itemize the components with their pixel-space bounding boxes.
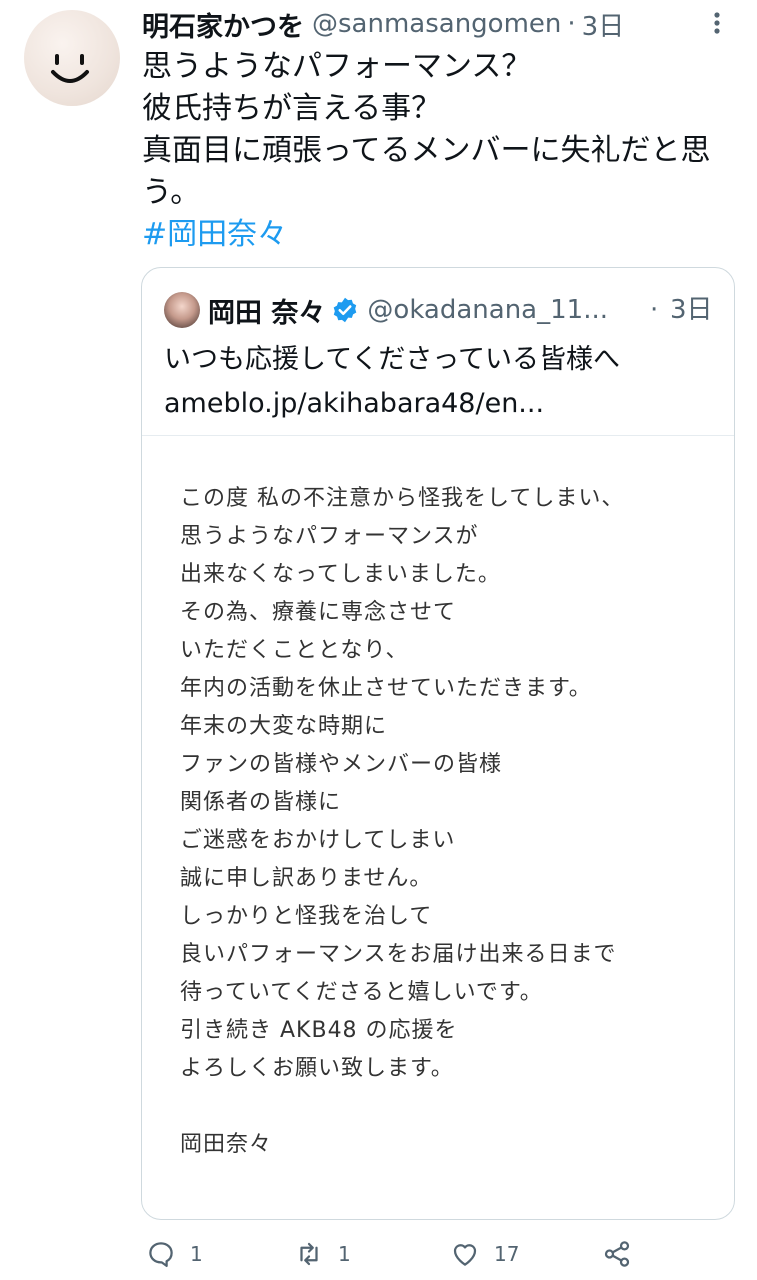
- notice-line: 引き続き AKB48 の応援を: [180, 1018, 458, 1043]
- share-icon: [604, 1241, 630, 1267]
- notice-line: しっかりと怪我を治して: [180, 904, 433, 929]
- notice-line: [180, 1088, 624, 1126]
- retweet-count: 1: [338, 1242, 351, 1266]
- quoted-tweet-text: いつも応援してくださっている皆様へ ameblo.jp/akihabara48/…: [164, 338, 620, 426]
- quoted-link[interactable]: ameblo.jp/akihabara48/en...: [164, 382, 620, 426]
- tweet-time[interactable]: 3日: [582, 6, 625, 43]
- tweet-line: 彼氏持ちが言える事？: [142, 91, 442, 126]
- notice-line: 年内の活動を休止させていただきます。: [180, 676, 592, 701]
- tweet-line: 思うようなパフォーマンス？: [142, 49, 532, 84]
- tweet-line: う。: [142, 175, 201, 210]
- notice-line: よろしくお願い致します。: [180, 1056, 454, 1081]
- header-separator: ·: [567, 9, 576, 39]
- notice-line: 良いパフォーマンスをお届け出来る日まで: [180, 942, 617, 967]
- author-handle[interactable]: @sanmasangomen: [312, 9, 561, 39]
- tweet-line: 真面目に頑張ってるメンバーに失礼だと思: [142, 133, 711, 168]
- quoted-author-name[interactable]: 岡田 奈々: [208, 291, 325, 330]
- quoted-divider: [142, 435, 734, 436]
- notice-line: ご迷惑をおかけしてしまい: [180, 828, 456, 853]
- more-icon[interactable]: [702, 8, 732, 38]
- quoted-image-notice[interactable]: この度 私の不注意から怪我をしてしまい、 思うようなパフォーマンスが 出来なくな…: [180, 480, 624, 1164]
- reply-icon: [149, 1242, 173, 1267]
- author-name[interactable]: 明石家かつを: [142, 5, 304, 44]
- notice-line: いただくこととなり、: [180, 638, 409, 663]
- like-icon: [453, 1244, 477, 1266]
- tweet-body: 思うようなパフォーマンス？ 彼氏持ちが言える事？ 真面目に頑張ってるメンバーに失…: [142, 46, 742, 256]
- share-button[interactable]: [602, 1232, 646, 1276]
- quoted-author-handle[interactable]: @okadanana_11...: [367, 295, 608, 325]
- notice-line: 年末の大変な時期に: [180, 714, 388, 739]
- notice-line: ファンの皆様やメンバーの皆様: [180, 752, 503, 777]
- reply-button[interactable]: 1: [146, 1232, 203, 1276]
- retweet-icon: [300, 1242, 318, 1266]
- notice-line: 誠に申し訳ありません。: [180, 866, 433, 891]
- smiley-face-icon: [51, 54, 89, 83]
- like-count: 17: [494, 1242, 520, 1266]
- hashtag-link[interactable]: #岡田奈々: [142, 214, 742, 256]
- notice-line: 思うようなパフォーマンスが: [180, 524, 479, 549]
- quoted-text-line: いつも応援してくださっている皆様へ: [164, 344, 621, 375]
- quoted-header-separator: ·: [650, 295, 659, 325]
- notice-signature: 岡田奈々: [180, 1132, 273, 1157]
- notice-line: 出来なくなってしまいました。: [180, 562, 501, 587]
- notice-line: その為、療養に専念させて: [180, 600, 457, 625]
- like-button[interactable]: 17: [450, 1232, 519, 1276]
- quoted-author-avatar[interactable]: [164, 292, 200, 328]
- quoted-tweet-time[interactable]: 3日: [670, 290, 713, 330]
- notice-line: 待っていてくださると嬉しいです。: [180, 980, 543, 1005]
- verified-badge-icon: [334, 297, 357, 323]
- tweet-actions: 1 1 17: [0, 1232, 757, 1276]
- tweet-header: 明石家かつを @sanmasangomen · 3日: [142, 5, 625, 44]
- reply-count: 1: [190, 1242, 203, 1266]
- notice-line: この度 私の不注意から怪我をしてしまい、: [180, 486, 625, 511]
- quoted-tweet-header: 岡田 奈々 @okadanana_11...: [208, 290, 608, 330]
- author-avatar[interactable]: [24, 10, 120, 106]
- retweet-button[interactable]: 1: [294, 1232, 351, 1276]
- quoted-tweet[interactable]: 岡田 奈々 @okadanana_11... · 3日 いつも応援してくださって…: [141, 267, 735, 1220]
- notice-line: 関係者の皆様に: [180, 790, 342, 815]
